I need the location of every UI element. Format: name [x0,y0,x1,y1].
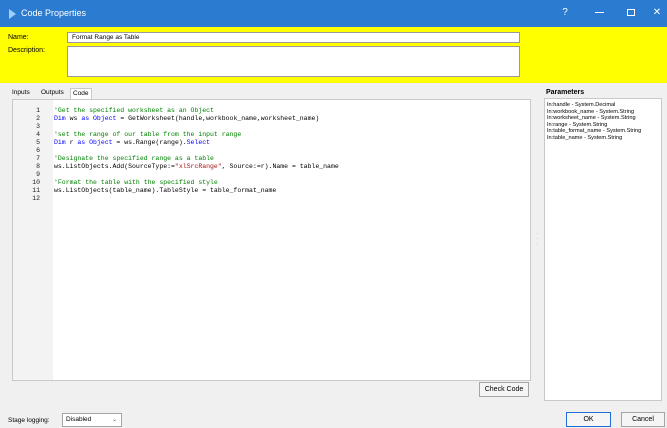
parameter-item: In:range - System.String [547,121,608,128]
line-number: 4 [36,131,40,138]
code-token: ws [65,115,82,122]
code-token: Object [93,115,117,122]
code-token: , Source:=r).Name = table_name [221,163,339,170]
code-token: Object [89,139,113,146]
code-token: "xlSrcRange" [174,163,222,170]
code-line[interactable]: ws.ListObjects(table_name).TableStyle = … [54,187,276,195]
tab-code[interactable]: Code [70,88,92,99]
minimize-icon [594,11,604,13]
stage-logging-value: Disabled [66,416,92,423]
code-token: = GetWorksheet(handle,workbook_name,work… [116,115,320,122]
code-line[interactable]: 'set the range of our table from the inp… [54,131,241,139]
code-token: 'Format the table with the specified sty… [54,179,218,186]
editor-footer: Check Code [12,381,531,403]
code-token: r [65,139,78,146]
splitter-handle[interactable]: · · · [536,231,538,247]
stage-logging-label: Stage logging: [8,417,50,424]
line-number: 10 [32,179,40,186]
cancel-button[interactable]: Cancel [621,412,665,427]
ok-button[interactable]: OK [566,412,611,427]
title-bar: Code Properties ? ✕ [0,0,667,27]
code-token: Select [186,139,211,146]
tab-inputs[interactable]: Inputs [10,88,32,98]
line-number: 6 [36,147,40,154]
parameter-item: In:handle - System.Decimal [547,102,616,108]
line-number: 11 [32,187,40,194]
parameter-item: In:table_name - System.String [547,134,623,141]
description-input[interactable] [67,46,520,77]
code-token: 'Get the specified worksheet as an Objec… [54,107,214,114]
line-number: 12 [32,195,40,202]
description-label: Description: [8,47,45,54]
code-token: 'Designate the specified range as a tabl… [54,155,214,162]
code-token: Dim [54,139,66,146]
code-token: 'set the range of our table from the inp… [54,131,242,138]
window-title: Code Properties [21,8,87,18]
code-token: ws.ListObjects(table_name).TableStyle = … [54,187,277,194]
maximize-icon [627,8,635,16]
line-number: 7 [36,155,40,162]
line-number: 9 [36,171,40,178]
line-number: 8 [36,163,40,170]
code-token: Dim [54,115,66,122]
chevron-down-icon: ⌄ [111,417,117,423]
line-number-gutter: 1 2 3 4 5 6 7 8 9 10 11 12 [13,100,53,380]
header-panel: Name: Format Range as Table Description: [0,27,667,83]
code-line[interactable]: 'Designate the specified range as a tabl… [54,155,214,163]
name-input[interactable]: Format Range as Table [67,32,520,43]
code-line[interactable]: 'Get the specified worksheet as an Objec… [54,107,214,115]
minimize-button[interactable] [585,4,613,22]
parameter-item: In:worksheet_name - System.String [547,115,636,122]
parameter-item: In:table_format_name - System.String [547,128,642,135]
name-label: Name: [8,34,29,41]
help-button[interactable]: ? [551,4,579,22]
line-number: 1 [36,107,40,114]
stage-logging-select[interactable]: Disabled ⌄ [62,413,122,427]
code-token: ws.ListObjects.Add(SourceType:= [54,163,175,170]
check-code-button[interactable]: Check Code [479,382,529,397]
code-token: = ws.Range(range). [112,139,187,146]
line-number: 5 [36,139,40,146]
code-line[interactable]: ws.ListObjects.Add(SourceType:="xlSrcRan… [54,163,339,171]
close-button[interactable]: ✕ [643,4,667,22]
code-line[interactable]: Dim r as Object = ws.Range(range).Select [54,139,210,147]
app-icon [9,9,16,19]
code-line[interactable]: 'Format the table with the specified sty… [54,179,218,187]
parameters-title: Parameters [546,89,585,96]
code-editor[interactable]: 1 2 3 4 5 6 7 8 9 10 11 12 'Get the specified works… [12,99,531,381]
parameters-list: In:handle - System.Decimal In:workbook_na… [544,98,662,401]
tab-outputs[interactable]: Outputs [39,88,66,98]
code-line[interactable]: Dim ws as Object = GetWorksheet(handle,w… [54,115,319,123]
close-icon: ✕ [652,7,662,18]
line-number: 3 [36,123,40,130]
line-number: 2 [36,115,40,122]
parameter-item: In:workbook_name - System.String [547,108,635,115]
code-token: as [81,115,90,122]
maximize-button[interactable] [617,4,645,22]
